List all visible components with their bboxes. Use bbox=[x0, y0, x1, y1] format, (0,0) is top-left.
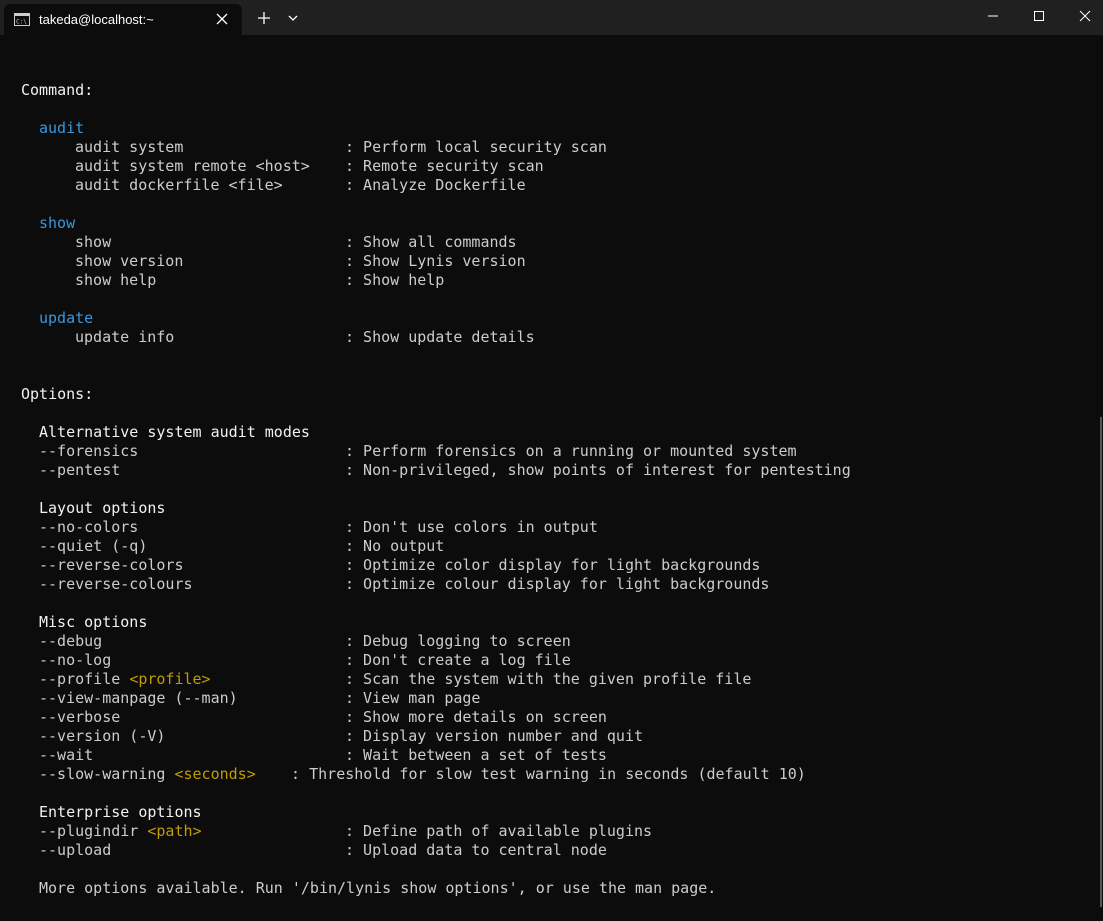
list-item: --plugindir <path>: Define path of avail… bbox=[39, 822, 653, 840]
option-group-title: Misc options bbox=[39, 613, 148, 631]
list-item: audit dockerfile <file>: Analyze Dockerf… bbox=[75, 176, 526, 194]
list-item: --no-log: Don't create a log file bbox=[39, 651, 571, 669]
minimize-icon bbox=[988, 15, 998, 17]
list-item: --reverse-colours: Optimize colour displ… bbox=[39, 575, 770, 593]
option-group-title: Layout options bbox=[39, 499, 166, 517]
list-item: --no-colors: Don't use colors in output bbox=[39, 518, 598, 536]
terminal-output[interactable]: Command: audit audit system: Perform loc… bbox=[0, 35, 1103, 921]
options-header: Options: bbox=[21, 385, 94, 403]
list-item: update info: Show update details bbox=[75, 328, 535, 346]
close-window-button[interactable] bbox=[1062, 0, 1103, 32]
chevron-down-icon[interactable] bbox=[286, 11, 300, 25]
argument-placeholder: <path> bbox=[147, 822, 202, 840]
command-header: Command: bbox=[21, 81, 94, 99]
scrollbar[interactable] bbox=[1100, 417, 1102, 907]
terminal-tab[interactable]: C:\ takeda@localhost:~ bbox=[4, 4, 242, 35]
list-item: --wait: Wait between a set of tests bbox=[39, 746, 607, 764]
list-item: show: Show all commands bbox=[75, 233, 517, 251]
list-item: show version: Show Lynis version bbox=[75, 252, 526, 270]
group-show: show bbox=[39, 214, 76, 232]
list-item: audit system remote <host>: Remote secur… bbox=[75, 157, 544, 175]
minimize-button[interactable] bbox=[970, 0, 1016, 32]
list-item: --reverse-colors: Optimize color display… bbox=[39, 556, 761, 574]
list-item: --view-manpage (--man): View man page bbox=[39, 689, 481, 707]
list-item: audit system: Perform local security sca… bbox=[75, 138, 607, 156]
list-item: --verbose: Show more details on screen bbox=[39, 708, 607, 726]
terminal-icon: C:\ bbox=[14, 13, 30, 26]
footer-hint: More options available. Run '/bin/lynis … bbox=[39, 879, 717, 897]
close-tab-icon[interactable] bbox=[214, 11, 230, 27]
svg-text:C:\: C:\ bbox=[16, 19, 27, 26]
option-group-title: Alternative system audit modes bbox=[39, 423, 310, 441]
list-item: show help: Show help bbox=[75, 271, 445, 289]
list-item: --pentest: Non-privileged, show points o… bbox=[39, 461, 851, 479]
list-item: --slow-warning <seconds> : Threshold for… bbox=[39, 765, 806, 783]
option-group-title: Enterprise options bbox=[39, 803, 202, 821]
maximize-icon bbox=[1034, 11, 1044, 21]
tab-title: takeda@localhost:~ bbox=[39, 12, 154, 27]
group-update: update bbox=[39, 309, 94, 327]
list-item: --forensics: Perform forensics on a runn… bbox=[39, 442, 797, 460]
list-item: --debug: Debug logging to screen bbox=[39, 632, 571, 650]
list-item: --version (-V): Display version number a… bbox=[39, 727, 644, 745]
list-item: --quiet (-q): No output bbox=[39, 537, 445, 555]
argument-placeholder: <seconds> bbox=[174, 765, 256, 783]
new-tab-icon[interactable] bbox=[255, 9, 273, 27]
argument-placeholder: <profile> bbox=[129, 670, 211, 688]
title-bar: C:\ takeda@localhost:~ bbox=[0, 0, 1103, 35]
group-audit: audit bbox=[39, 119, 85, 137]
list-item: --profile <profile>: Scan the system wit… bbox=[39, 670, 752, 688]
maximize-button[interactable] bbox=[1016, 0, 1062, 32]
list-item: --upload: Upload data to central node bbox=[39, 841, 607, 859]
close-icon bbox=[1079, 10, 1091, 22]
